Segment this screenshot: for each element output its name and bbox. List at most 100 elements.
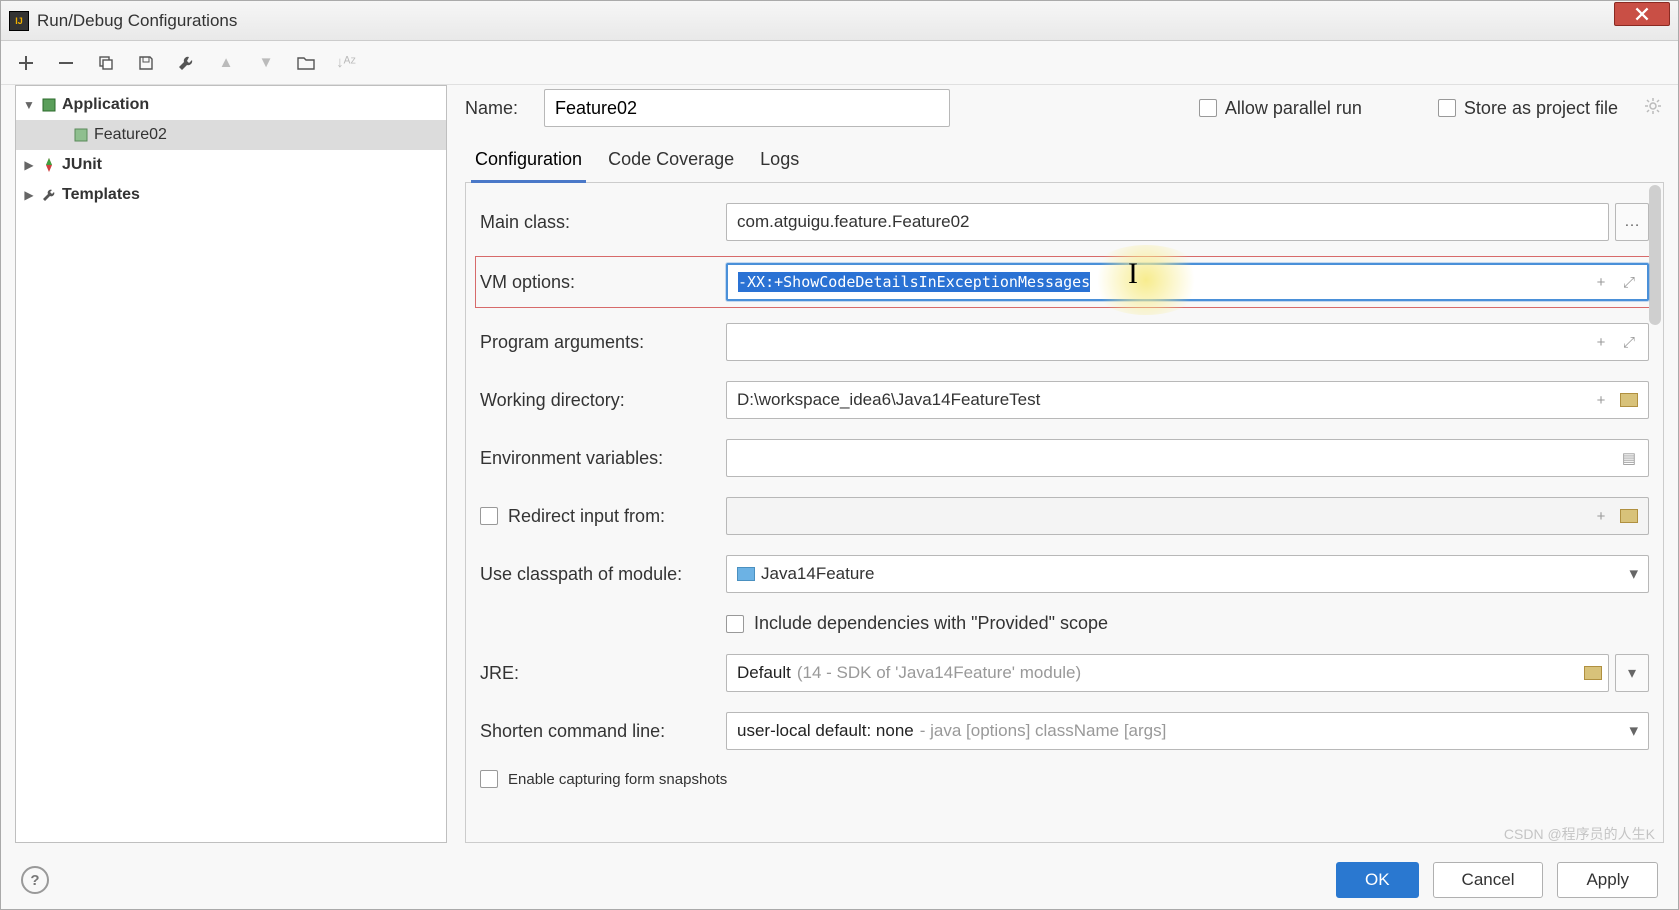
save-config-button[interactable] [135, 52, 157, 74]
folder-icon [1584, 666, 1602, 680]
ok-button[interactable]: OK [1336, 862, 1419, 898]
tree-node-feature02[interactable]: Feature02 [16, 120, 446, 150]
copy-config-button[interactable] [95, 52, 117, 74]
junit-icon [40, 156, 58, 174]
sort-button[interactable]: ↓ᴬᶻ [335, 52, 357, 74]
tree-label: Templates [62, 186, 140, 204]
jre-dropdown-button[interactable]: ▾ [1615, 654, 1649, 692]
tree-label: Application [62, 96, 149, 114]
shorten-command-line-dropdown[interactable]: user-local default: none - java [options… [726, 712, 1649, 750]
config-editor: Name: Allow parallel run Store as projec… [465, 85, 1664, 843]
redirect-input-option[interactable]: Redirect input from: [480, 506, 710, 527]
folder-button[interactable] [295, 52, 317, 74]
tab-logs[interactable]: Logs [756, 141, 803, 183]
working-directory-row: Working directory: D:\workspace_idea6\Ja… [480, 381, 1649, 419]
apply-button[interactable]: Apply [1557, 862, 1658, 898]
cancel-button[interactable]: Cancel [1433, 862, 1544, 898]
browse-jre-button[interactable] [1581, 661, 1605, 685]
browse-main-class-button[interactable]: … [1615, 203, 1649, 241]
folder-icon [1620, 509, 1638, 523]
enable-snapshots-option[interactable]: Enable capturing form snapshots [480, 770, 727, 788]
chevron-down-icon: ▼ [22, 98, 36, 112]
tree-node-junit[interactable]: ▶ JUnit [16, 150, 446, 180]
program-arguments-field[interactable] [726, 323, 1649, 361]
checkbox-label: Store as project file [1464, 98, 1618, 119]
save-icon [138, 55, 154, 71]
title-bar: IJ Run/Debug Configurations [1, 1, 1678, 41]
checkbox-icon [726, 615, 744, 633]
shorten-command-line-row: Shorten command line: user-local default… [480, 712, 1649, 750]
enable-snapshots-row: Enable capturing form snapshots [480, 770, 1649, 788]
vm-options-selected-text: -XX:+ShowCodeDetailsInExceptionMessages [738, 272, 1090, 292]
working-directory-field[interactable]: D:\workspace_idea6\Java14FeatureTest [726, 381, 1649, 419]
insert-macro-button[interactable]: + [1589, 388, 1613, 412]
list-icon: ▤ [1622, 449, 1636, 467]
remove-config-button[interactable] [55, 52, 77, 74]
jre-field[interactable]: Default (14 - SDK of 'Java14Feature' mod… [726, 654, 1609, 692]
store-as-project-file-option[interactable]: Store as project file [1438, 98, 1618, 119]
gear-icon [1644, 97, 1662, 115]
configuration-form: Main class: com.atguigu.feature.Feature0… [465, 183, 1664, 843]
classpath-module-dropdown[interactable]: Java14Feature ▾ [726, 555, 1649, 593]
name-input[interactable] [544, 89, 950, 127]
checkbox-icon [480, 507, 498, 525]
move-down-button[interactable]: ▼ [255, 52, 277, 74]
tree-node-templates[interactable]: ▶ Templates [16, 180, 446, 210]
scrollbar[interactable] [1649, 185, 1661, 325]
vm-options-field[interactable]: -XX:+ShowCodeDetailsInExceptionMessages [726, 263, 1649, 301]
browse-folder-button[interactable] [1617, 388, 1641, 412]
tree-label: Feature02 [94, 126, 167, 144]
vm-options-label: VM options: [480, 272, 710, 293]
help-button[interactable]: ? [21, 866, 49, 894]
checkbox-icon [1438, 99, 1456, 117]
insert-macro-button[interactable]: + [1589, 270, 1613, 294]
include-provided-row: Include dependencies with "Provided" sco… [480, 613, 1649, 634]
watermark-text: CSDN @程序员的人生K [1504, 824, 1655, 844]
dialog-window: IJ Run/Debug Configurations ▲ ▼ ↓ᴬᶻ ▼ Ap… [0, 0, 1679, 910]
expand-field-button[interactable]: ⤢ [1617, 270, 1641, 294]
expand-icon: ⤢ [1623, 334, 1635, 351]
tab-configuration[interactable]: Configuration [471, 141, 586, 183]
include-provided-option[interactable]: Include dependencies with "Provided" sco… [726, 613, 1108, 634]
checkbox-icon [1199, 99, 1217, 117]
store-settings-button[interactable] [1644, 97, 1664, 119]
name-row: Name: Allow parallel run Store as projec… [465, 85, 1664, 141]
close-button[interactable] [1614, 2, 1670, 26]
folder-icon [1620, 393, 1638, 407]
main-class-field[interactable]: com.atguigu.feature.Feature02 [726, 203, 1609, 241]
checkbox-label: Enable capturing form snapshots [508, 771, 727, 788]
expand-field-button[interactable]: ⤢ [1617, 330, 1641, 354]
expand-icon: ⤢ [1623, 274, 1635, 291]
insert-macro-button[interactable]: + [1589, 330, 1613, 354]
module-icon [737, 567, 755, 581]
allow-parallel-run-option[interactable]: Allow parallel run [1199, 98, 1362, 119]
redirect-input-row: Redirect input from: + [480, 497, 1649, 535]
window-title: Run/Debug Configurations [37, 11, 237, 31]
plus-icon: + [1597, 334, 1606, 351]
vm-options-row: VM options: -XX:+ShowCodeDetailsInExcept… [480, 261, 1649, 303]
edit-templates-button[interactable] [175, 52, 197, 74]
tab-code-coverage[interactable]: Code Coverage [604, 141, 738, 183]
tree-node-application[interactable]: ▼ Application [16, 90, 446, 120]
config-tree[interactable]: ▼ Application Feature02 ▶ JUnit ▶ Templa… [15, 85, 447, 843]
classpath-module-row: Use classpath of module: Java14Feature ▾ [480, 555, 1649, 593]
folder-icon [297, 55, 315, 71]
application-icon [72, 126, 90, 144]
plus-icon [17, 54, 35, 72]
program-arguments-label: Program arguments: [480, 332, 710, 353]
environment-variables-field[interactable] [726, 439, 1649, 477]
app-icon: IJ [9, 11, 29, 31]
sort-icon: ↓ᴬᶻ [336, 54, 356, 71]
working-directory-label: Working directory: [480, 390, 710, 411]
move-up-button[interactable]: ▲ [215, 52, 237, 74]
jre-label: JRE: [480, 663, 710, 684]
add-config-button[interactable] [15, 52, 37, 74]
chevron-down-icon: ▾ [1628, 663, 1636, 683]
edit-env-button[interactable]: ▤ [1617, 446, 1641, 470]
minus-icon [57, 54, 75, 72]
main-area: ▼ Application Feature02 ▶ JUnit ▶ Templa… [1, 85, 1678, 851]
jre-row: JRE: Default (14 - SDK of 'Java14Feature… [480, 654, 1649, 692]
insert-macro-button: + [1589, 504, 1613, 528]
environment-variables-label: Environment variables: [480, 448, 710, 469]
help-icon: ? [30, 872, 39, 889]
